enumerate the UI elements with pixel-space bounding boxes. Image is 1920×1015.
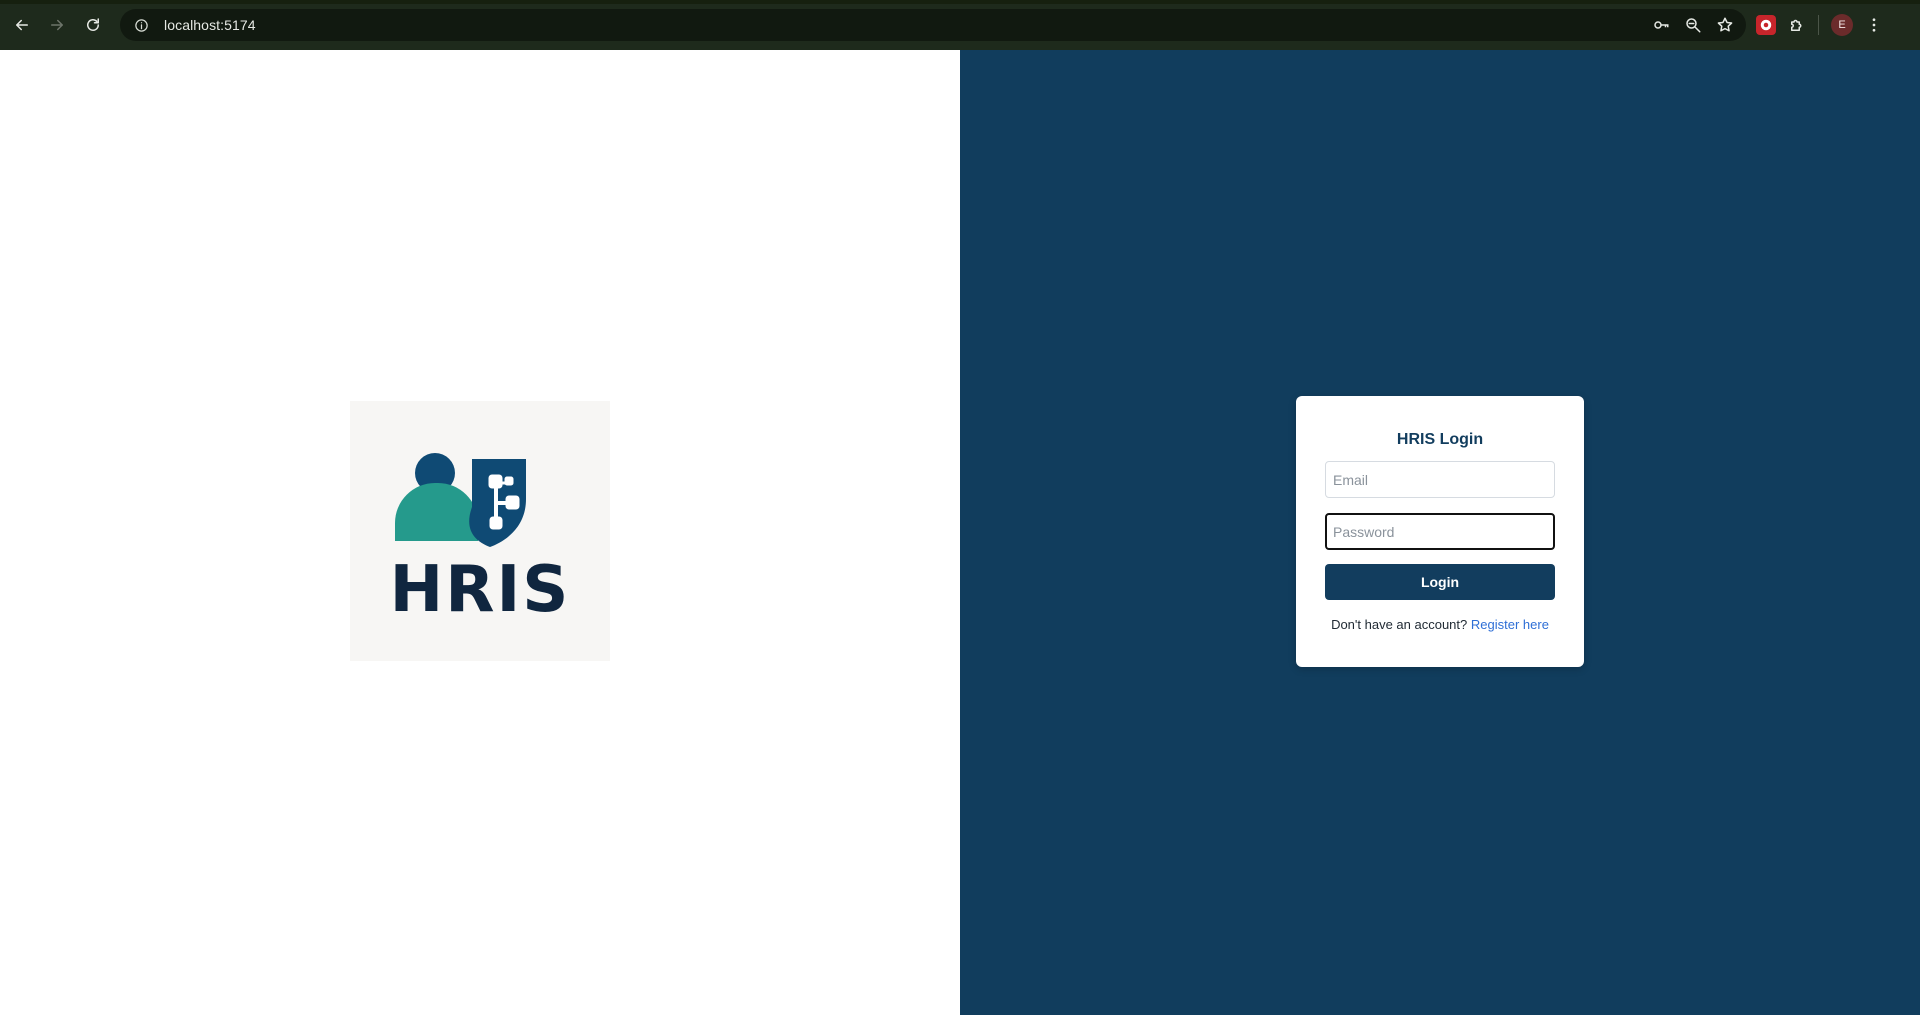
password-field[interactable] (1325, 513, 1555, 550)
puzzle-icon[interactable] (1788, 16, 1806, 34)
hris-logo: HRIS (350, 401, 610, 661)
star-icon[interactable] (1716, 16, 1734, 34)
arrow-right-icon (51, 19, 63, 31)
forward-button[interactable] (39, 7, 75, 43)
reload-icon (87, 18, 99, 31)
address-bar[interactable]: localhost:5174 (120, 9, 1746, 41)
page-content: HRIS HRIS Login Login Don't have an acco… (0, 50, 1920, 1015)
login-panel: HRIS Login Login Don't have an account? … (960, 50, 1920, 1015)
toolbar-divider (1818, 15, 1819, 35)
login-button[interactable]: Login (1325, 564, 1555, 600)
address-bar-actions (1652, 9, 1734, 41)
register-prompt-line: Don't have an account? Register here (1325, 617, 1555, 632)
brand-panel: HRIS (0, 50, 960, 1015)
more-vertical-icon[interactable] (1865, 16, 1883, 34)
person-body-icon (395, 483, 478, 541)
back-button[interactable] (4, 7, 40, 43)
info-icon[interactable] (130, 14, 152, 36)
login-title: HRIS Login (1396, 431, 1484, 448)
zoom-out-icon[interactable] (1684, 16, 1702, 34)
register-link[interactable]: Register here (1471, 617, 1549, 632)
login-card: HRIS Login Login Don't have an account? … (1296, 396, 1584, 667)
toolbar-actions: E (1756, 7, 1883, 43)
hris-logo-graphic: HRIS (390, 453, 571, 627)
arrow-left-icon (16, 19, 28, 31)
register-prompt: Don't have an account? (1331, 617, 1468, 632)
extension-icon[interactable] (1756, 15, 1776, 35)
tab-strip (0, 0, 1920, 4)
profile-avatar[interactable]: E (1831, 14, 1853, 36)
key-icon[interactable] (1652, 16, 1670, 34)
url-text[interactable]: localhost:5174 (164, 17, 256, 33)
logo-wordmark: HRIS (390, 553, 571, 627)
email-field[interactable] (1325, 461, 1555, 498)
browser-toolbar: localhost:5174 E (0, 0, 1920, 50)
reload-button[interactable] (75, 7, 111, 43)
